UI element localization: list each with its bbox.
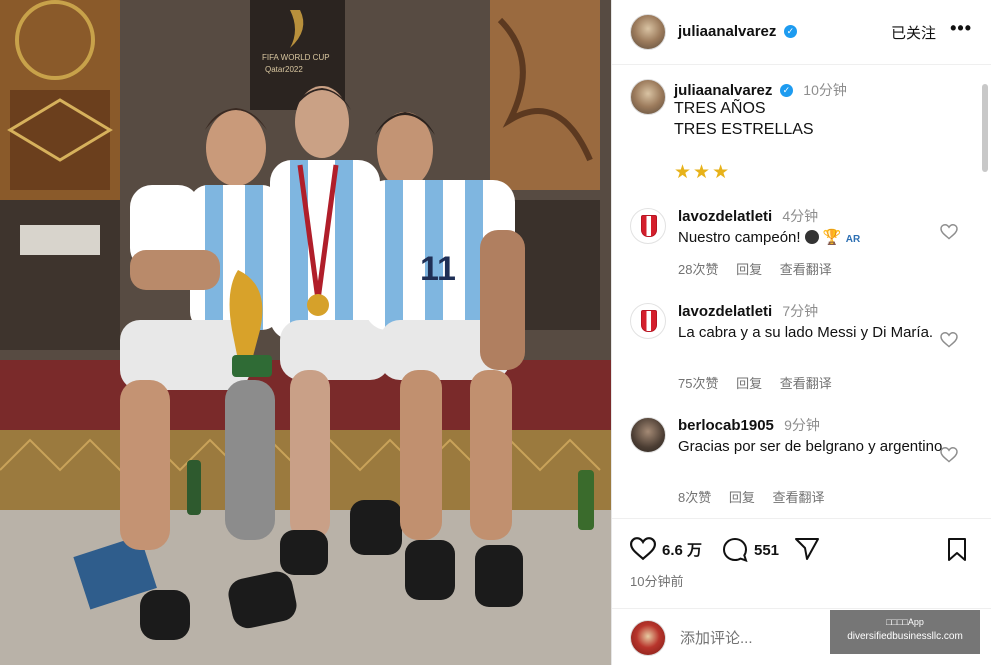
caption-avatar[interactable] bbox=[630, 79, 666, 115]
comment-username[interactable]: lavozdelatleti bbox=[678, 303, 772, 320]
likes-count: 6.6 万 bbox=[662, 541, 703, 559]
verified-badge-icon: ✓ bbox=[783, 25, 797, 39]
post-detail-panel: juliaanalvarez ✓ 已关注 ••• juliaanalvarez … bbox=[611, 0, 991, 665]
caption-username[interactable]: juliaanalvarez bbox=[674, 82, 772, 99]
comment-header: lavozdelatleti 4分钟 bbox=[678, 206, 818, 226]
verified-badge-icon: ✓ bbox=[779, 84, 793, 98]
banner-text-1: FIFA WORLD CUP bbox=[262, 53, 330, 62]
share-send-icon[interactable] bbox=[794, 537, 820, 561]
following-button[interactable]: 已关注 bbox=[891, 22, 936, 43]
comment-like-heart-icon[interactable] bbox=[940, 447, 958, 463]
comment-like-heart-icon[interactable] bbox=[940, 332, 958, 348]
heart-icon[interactable] bbox=[630, 537, 656, 561]
comment-username[interactable]: lavozdelatleti bbox=[678, 208, 772, 225]
post-actions-bar: 6.6 万 551 10分钟前 bbox=[612, 518, 991, 609]
translate-button[interactable]: 查看翻译 bbox=[780, 376, 832, 391]
caption-line-2: TRES ESTRELLAS bbox=[674, 121, 814, 138]
author-avatar[interactable] bbox=[630, 14, 666, 50]
comment-action[interactable]: 551 bbox=[722, 537, 779, 563]
comment-likes[interactable]: 75次赞 bbox=[678, 376, 718, 391]
banner-text-2: Qatar2022 bbox=[265, 65, 303, 74]
commenter-avatar[interactable] bbox=[630, 303, 666, 339]
comment-item: berlocab1905 9分钟 Gracias por ser de belg… bbox=[612, 417, 991, 507]
watermark: □□□□App diversifiedbusinessllc.com bbox=[830, 610, 980, 654]
comment-time: 9分钟 bbox=[784, 417, 820, 433]
reply-button[interactable]: 回复 bbox=[729, 490, 755, 505]
trophy-emoji-icon: 🏆 bbox=[822, 229, 842, 246]
watermark-line-2: diversifiedbusinessllc.com bbox=[847, 631, 963, 642]
share-action[interactable] bbox=[794, 537, 826, 561]
more-options-icon[interactable]: ••• bbox=[950, 18, 972, 39]
watermark-line-1: □□□□App bbox=[886, 617, 924, 627]
bookmark-icon[interactable] bbox=[946, 537, 968, 563]
comment-header: berlocab1905 9分钟 bbox=[678, 415, 820, 435]
reply-button[interactable]: 回复 bbox=[736, 262, 762, 277]
translate-button[interactable]: 查看翻译 bbox=[773, 490, 825, 505]
comment-text-body: Nuestro campeón! bbox=[678, 229, 801, 246]
caption-line-1: TRES AÑOS bbox=[674, 100, 766, 117]
comment-username[interactable]: berlocab1905 bbox=[678, 417, 774, 434]
save-action[interactable] bbox=[946, 537, 974, 563]
comment-text: La cabra y a su lado Messi y Di María. bbox=[678, 324, 934, 341]
comments-count: 551 bbox=[754, 541, 780, 559]
comment-time: 4分钟 bbox=[782, 208, 819, 224]
comment-bubble-icon[interactable] bbox=[722, 537, 748, 563]
club-badge-icon bbox=[641, 310, 657, 332]
comment-like-heart-icon[interactable] bbox=[940, 224, 958, 240]
post-photo-illustration: FIFA WORLD CUP Qatar2022 11 bbox=[0, 0, 611, 665]
caption-stars: ★★★ bbox=[674, 162, 732, 183]
author-name-row: juliaanalvarez ✓ bbox=[678, 23, 797, 41]
comment-item: lavozdelatleti 4分钟 Nuestro campeón! 🏆 AR… bbox=[612, 208, 991, 278]
like-action[interactable]: 6.6 万 bbox=[630, 537, 702, 561]
caption-header: juliaanalvarez ✓ 10分钟 bbox=[674, 80, 847, 100]
comments-scrollbar[interactable] bbox=[982, 84, 988, 172]
add-comment-bar: 添加评论... □□□□App diversifiedbusinessllc.c… bbox=[612, 608, 991, 666]
club-badge-icon bbox=[641, 215, 657, 237]
commenter-avatar[interactable] bbox=[630, 208, 666, 244]
comment-header: lavozdelatleti 7分钟 bbox=[678, 301, 818, 321]
comments-list[interactable]: juliaanalvarez ✓ 10分钟 TRES AÑOS TRES EST… bbox=[612, 65, 991, 517]
jersey-number: 11 bbox=[420, 250, 456, 288]
comment-likes[interactable]: 28次赞 bbox=[678, 262, 718, 277]
comment-time: 7分钟 bbox=[782, 303, 819, 319]
caption-time: 10分钟 bbox=[803, 82, 847, 98]
comment-meta: 75次赞 回复 查看翻译 bbox=[678, 373, 846, 392]
comment-item: lavozdelatleti 7分钟 La cabra y a su lado … bbox=[612, 303, 991, 393]
comment-text: Gracias por ser de belgrano y argentino bbox=[678, 438, 943, 455]
author-username[interactable]: juliaanalvarez bbox=[678, 23, 776, 40]
argentina-flag-icon: AR bbox=[845, 234, 861, 245]
comment-meta: 8次赞 回复 查看翻译 bbox=[678, 487, 839, 506]
lion-emoji-icon bbox=[804, 230, 819, 244]
reply-button[interactable]: 回复 bbox=[736, 376, 762, 391]
current-user-avatar bbox=[630, 620, 666, 656]
post-header: juliaanalvarez ✓ 已关注 ••• bbox=[612, 0, 991, 65]
comment-meta: 28次赞 回复 查看翻译 bbox=[678, 259, 846, 278]
post-photo[interactable]: FIFA WORLD CUP Qatar2022 11 bbox=[0, 0, 611, 665]
translate-button[interactable]: 查看翻译 bbox=[780, 262, 832, 277]
post-timestamp: 10分钟前 bbox=[630, 574, 684, 589]
commenter-avatar[interactable] bbox=[630, 417, 666, 453]
comment-likes[interactable]: 8次赞 bbox=[678, 490, 711, 505]
add-comment-input[interactable]: 添加评论... bbox=[680, 627, 753, 648]
comment-text: Nuestro campeón! 🏆 AR bbox=[678, 228, 948, 250]
